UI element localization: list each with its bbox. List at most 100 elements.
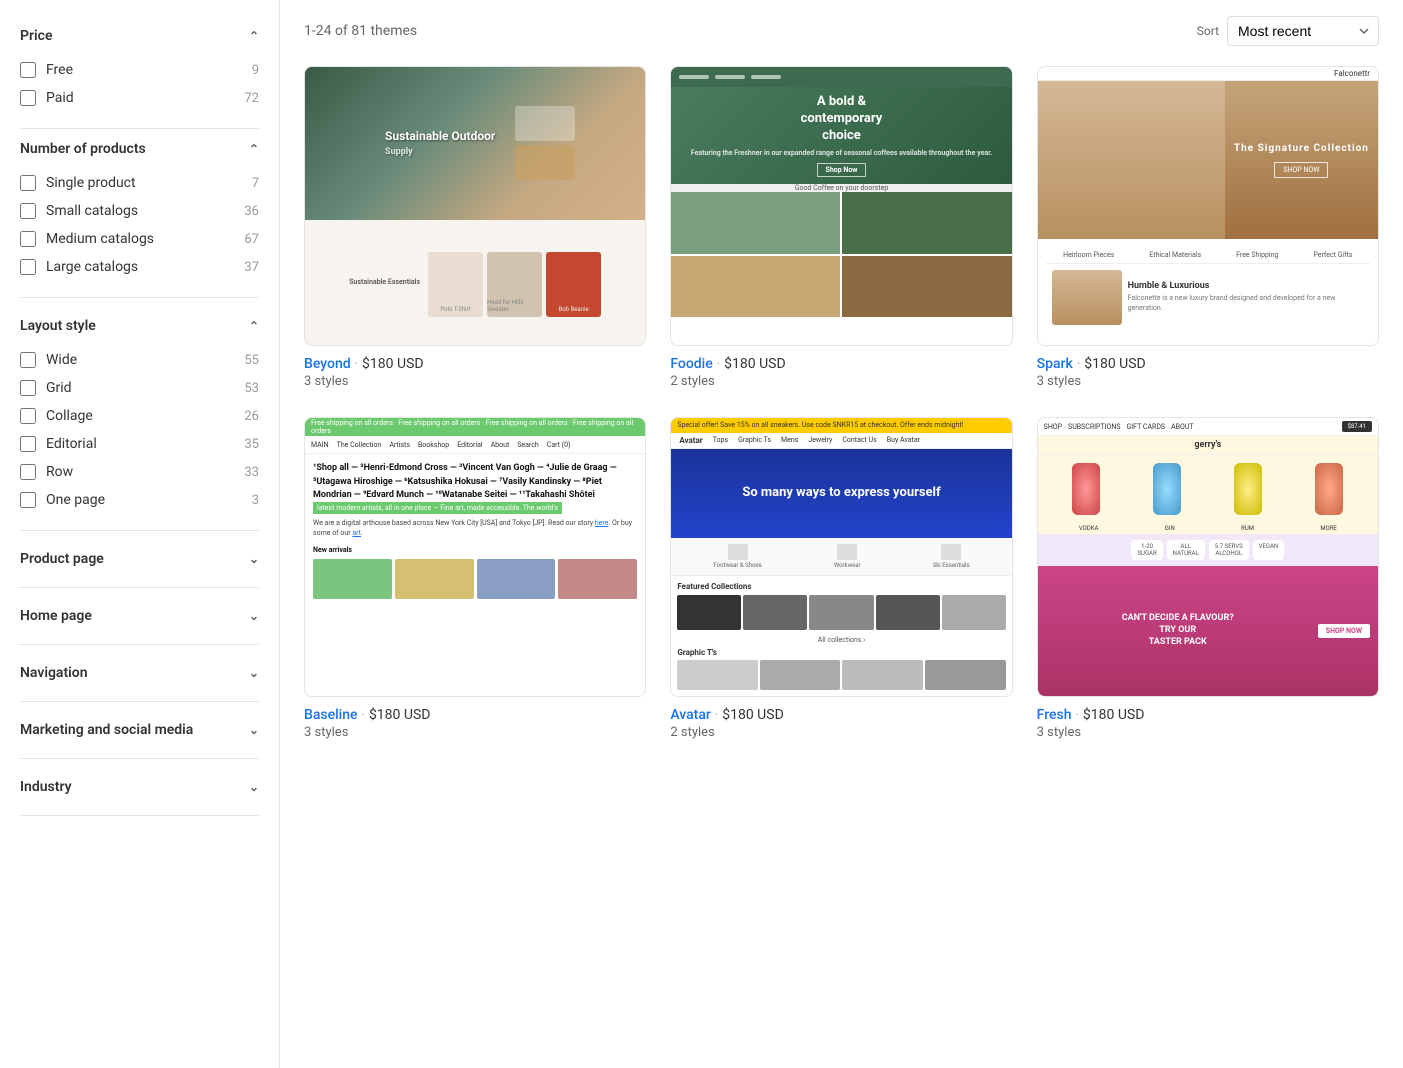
theme-card-fresh[interactable]: SHOPSUBSCRIPTIONSGIFT CARDSABOUT $87.41 … xyxy=(1037,417,1379,744)
label-free[interactable]: Free xyxy=(46,62,73,78)
filter-section-number-of-products: Number of products ⌃ Single product 7 Sm… xyxy=(20,129,259,298)
filter-header-home-page[interactable]: Home page ⌄ xyxy=(20,596,259,636)
theme-name-fresh[interactable]: Fresh xyxy=(1037,707,1072,723)
label-large[interactable]: Large catalogs xyxy=(46,259,138,275)
theme-styles-baseline: 3 styles xyxy=(304,725,646,740)
count-row: 33 xyxy=(244,465,259,480)
filter-item-wide: Wide 55 xyxy=(20,346,259,374)
theme-price-fresh: $180 USD xyxy=(1083,707,1145,723)
themes-grid: Sustainable Outdoor Supply Sustainable E… xyxy=(304,66,1379,744)
theme-price-spark: $180 USD xyxy=(1084,356,1146,372)
theme-card-foodie[interactable]: A bold &contemporarychoice Featuring the… xyxy=(670,66,1012,393)
filter-section-product-page: Product page ⌄ xyxy=(20,539,259,588)
sort-select[interactable]: Most recent Most popular Price: Low to h… xyxy=(1227,16,1379,46)
filter-label-number-of-products: Number of products xyxy=(20,141,146,157)
filter-section-industry: Industry ⌄ xyxy=(20,767,259,816)
checkbox-paid[interactable] xyxy=(20,90,36,106)
checkbox-collage[interactable] xyxy=(20,408,36,424)
checkbox-large[interactable] xyxy=(20,259,36,275)
theme-card-avatar[interactable]: Special offer! Save 15% on all sneakers.… xyxy=(670,417,1012,744)
filter-section-navigation: Navigation ⌄ xyxy=(20,653,259,702)
filter-item-paid: Paid 72 xyxy=(20,84,259,112)
theme-price-beyond: $180 USD xyxy=(362,356,424,372)
filter-item-editorial: Editorial 35 xyxy=(20,430,259,458)
theme-card-baseline[interactable]: Free shipping on all orders · Free shipp… xyxy=(304,417,646,744)
layout-style-filter-items: Wide 55 Grid 53 Collage 26 xyxy=(20,346,259,522)
filter-header-marketing[interactable]: Marketing and social media ⌄ xyxy=(20,710,259,750)
theme-info-foodie: Foodie · $180 USD 2 styles xyxy=(670,346,1012,393)
filter-label-product-page: Product page xyxy=(20,551,104,567)
filter-header-product-page[interactable]: Product page ⌄ xyxy=(20,539,259,579)
filter-header-navigation[interactable]: Navigation ⌄ xyxy=(20,653,259,693)
theme-info-baseline: Baseline · $180 USD 3 styles xyxy=(304,697,646,744)
label-wide[interactable]: Wide xyxy=(46,352,77,368)
theme-preview-spark: Falconettr The Signature Collection SHOP… xyxy=(1037,66,1379,346)
filter-item-single: Single product 7 xyxy=(20,169,259,197)
label-small[interactable]: Small catalogs xyxy=(46,203,138,219)
price-filter-items: Free 9 Paid 72 xyxy=(20,56,259,120)
label-row[interactable]: Row xyxy=(46,464,73,480)
main-content: 1-24 of 81 themes Sort Most recent Most … xyxy=(280,0,1403,1068)
theme-name-foodie[interactable]: Foodie xyxy=(670,356,712,372)
theme-preview-beyond: Sustainable Outdoor Supply Sustainable E… xyxy=(304,66,646,346)
theme-name-spark[interactable]: Spark xyxy=(1037,356,1073,372)
filter-section-layout-style: Layout style ⌃ Wide 55 Grid 53 xyxy=(20,306,259,531)
checkbox-small[interactable] xyxy=(20,203,36,219)
checkbox-single[interactable] xyxy=(20,175,36,191)
checkbox-grid[interactable] xyxy=(20,380,36,396)
label-single[interactable]: Single product xyxy=(46,175,136,191)
label-editorial[interactable]: Editorial xyxy=(46,436,97,452)
theme-card-spark[interactable]: Falconettr The Signature Collection SHOP… xyxy=(1037,66,1379,393)
sort-container: Sort Most recent Most popular Price: Low… xyxy=(1197,16,1379,46)
count-single: 7 xyxy=(252,176,259,191)
checkbox-row[interactable] xyxy=(20,464,36,480)
checkbox-free[interactable] xyxy=(20,62,36,78)
page-container: Price ⌃ Free 9 Paid 72 xyxy=(0,0,1403,1068)
filter-item-medium: Medium catalogs 67 xyxy=(20,225,259,253)
filter-label-marketing: Marketing and social media xyxy=(20,722,193,738)
label-medium[interactable]: Medium catalogs xyxy=(46,231,154,247)
chevron-down-icon-industry: ⌄ xyxy=(249,780,259,794)
label-collage[interactable]: Collage xyxy=(46,408,93,424)
filter-header-industry[interactable]: Industry ⌄ xyxy=(20,767,259,807)
theme-card-beyond[interactable]: Sustainable Outdoor Supply Sustainable E… xyxy=(304,66,646,393)
filter-label-home-page: Home page xyxy=(20,608,92,624)
theme-name-avatar[interactable]: Avatar xyxy=(670,707,711,723)
sort-label: Sort xyxy=(1197,24,1219,38)
filter-label-industry: Industry xyxy=(20,779,72,795)
filter-item-one-page: One page 3 xyxy=(20,486,259,514)
checkbox-editorial[interactable] xyxy=(20,436,36,452)
main-header: 1-24 of 81 themes Sort Most recent Most … xyxy=(304,16,1379,46)
checkbox-wide[interactable] xyxy=(20,352,36,368)
chevron-up-icon-2: ⌃ xyxy=(249,142,259,156)
filter-item-small: Small catalogs 36 xyxy=(20,197,259,225)
filter-item-large: Large catalogs 37 xyxy=(20,253,259,281)
checkbox-medium[interactable] xyxy=(20,231,36,247)
label-grid[interactable]: Grid xyxy=(46,380,72,396)
theme-name-beyond[interactable]: Beyond xyxy=(304,356,351,372)
checkbox-one-page[interactable] xyxy=(20,492,36,508)
theme-info-fresh: Fresh · $180 USD 3 styles xyxy=(1037,697,1379,744)
count-wide: 55 xyxy=(244,353,259,368)
filter-item-collage: Collage 26 xyxy=(20,402,259,430)
theme-info-spark: Spark · $180 USD 3 styles xyxy=(1037,346,1379,393)
chevron-up-icon: ⌃ xyxy=(249,29,259,43)
filter-header-price[interactable]: Price ⌃ xyxy=(20,16,259,56)
sidebar: Price ⌃ Free 9 Paid 72 xyxy=(0,0,280,1068)
filter-label-navigation: Navigation xyxy=(20,665,88,681)
filter-item-grid: Grid 53 xyxy=(20,374,259,402)
count-medium: 67 xyxy=(244,232,259,247)
count-collage: 26 xyxy=(244,409,259,424)
theme-price-foodie: $180 USD xyxy=(724,356,786,372)
theme-price-avatar: $180 USD xyxy=(722,707,784,723)
filter-label-price: Price xyxy=(20,28,53,44)
theme-name-baseline[interactable]: Baseline xyxy=(304,707,358,723)
filter-header-number-of-products[interactable]: Number of products ⌃ xyxy=(20,129,259,169)
filter-section-marketing: Marketing and social media ⌄ xyxy=(20,710,259,759)
count-one-page: 3 xyxy=(252,493,259,508)
filter-header-layout-style[interactable]: Layout style ⌃ xyxy=(20,306,259,346)
label-one-page[interactable]: One page xyxy=(46,492,105,508)
count-large: 37 xyxy=(244,260,259,275)
label-paid[interactable]: Paid xyxy=(46,90,74,106)
theme-styles-fresh: 3 styles xyxy=(1037,725,1379,740)
